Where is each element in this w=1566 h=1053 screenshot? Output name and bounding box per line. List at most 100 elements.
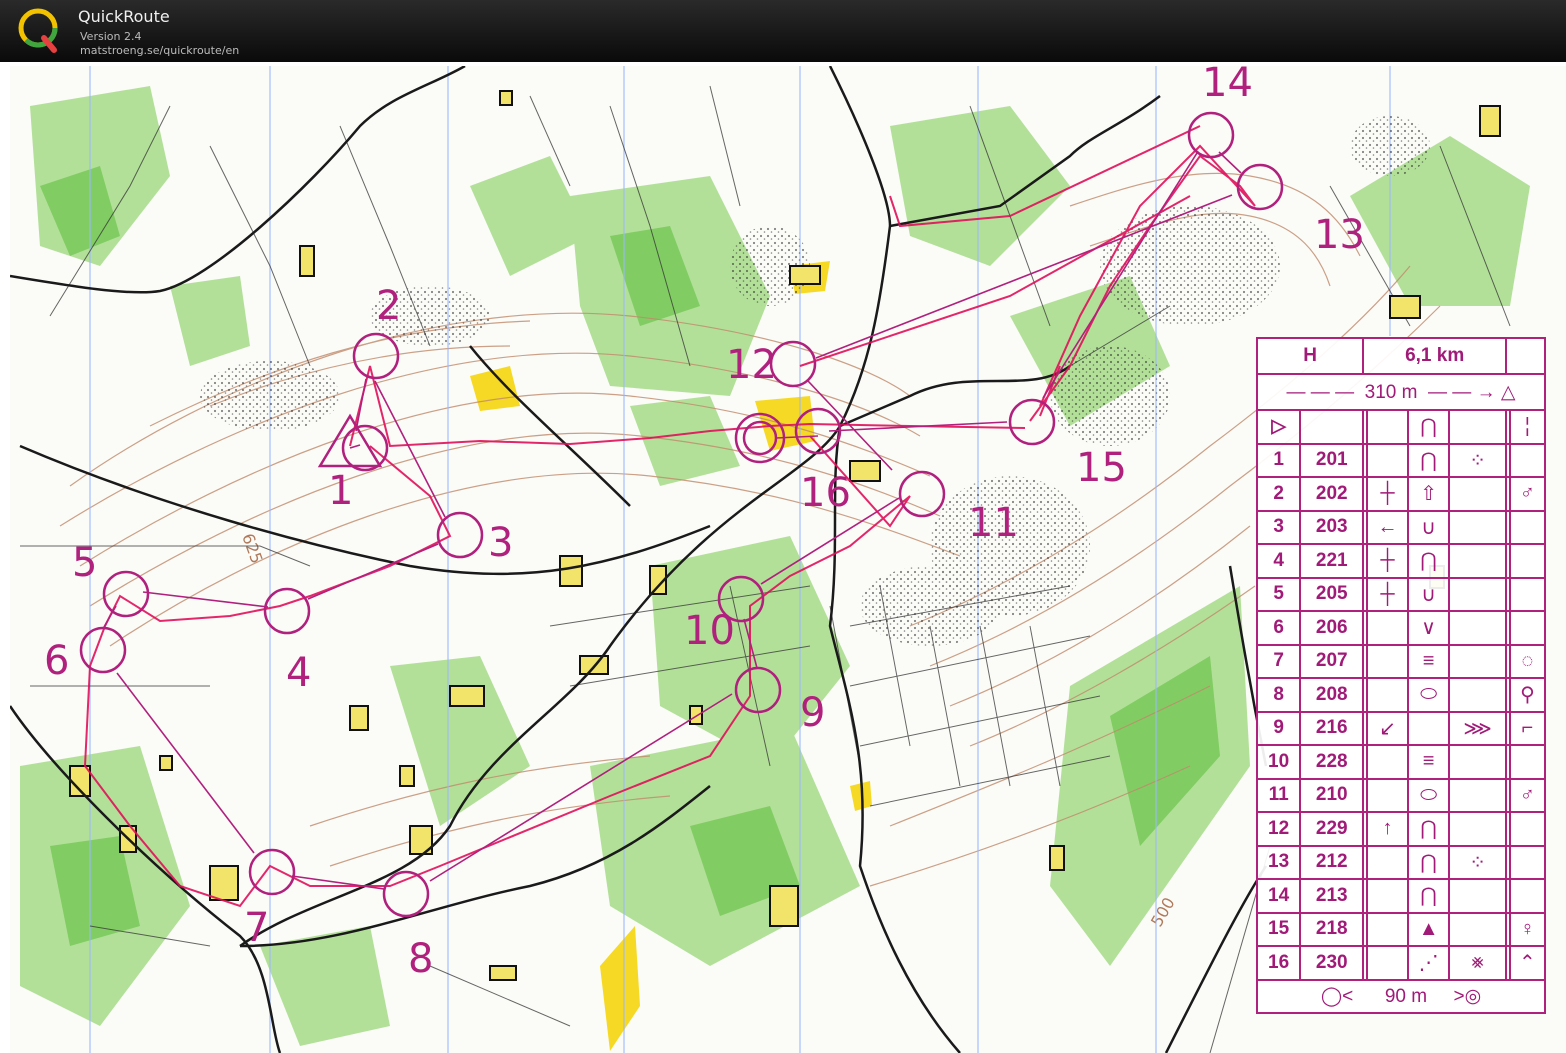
app-url[interactable]: matstroeng.se/quickroute/en [80, 44, 239, 57]
control-number: 9 [1255, 710, 1302, 746]
marsh-icon: ≡ [1407, 744, 1451, 780]
knoll-icon: ⋂ [1407, 878, 1451, 914]
control-code: 229 [1299, 811, 1365, 847]
northeast-part-icon: ♂ [1508, 777, 1547, 813]
control-code: 203 [1299, 509, 1365, 545]
control-number: 15 [1255, 911, 1302, 947]
narrow-marsh-icon: ┼ [1365, 543, 1410, 579]
control-number-4: 4 [286, 650, 311, 696]
north-part-icon: ◌ [1508, 643, 1547, 679]
description-row: 14 213 ⋂ [1255, 878, 1547, 914]
southwest-arrow-icon: ↙ [1365, 710, 1410, 746]
description-row: 2 202 ┼ ⇧ ♂ [1255, 476, 1547, 512]
crossing-icon: ⨳ [1448, 945, 1508, 981]
control-code: 206 [1299, 610, 1365, 646]
empty-cell [1365, 777, 1410, 813]
description-row: 9 216 ↙ ⋙ ⌐ [1255, 710, 1547, 746]
control-number-13: 13 [1314, 212, 1365, 258]
empty-cell [1365, 744, 1410, 780]
narrow-marsh-icon: ┼ [1365, 476, 1410, 512]
knoll-icon: ⋂ [1407, 844, 1451, 880]
control-number: 1 [1255, 442, 1302, 478]
empty-cell [1448, 744, 1508, 780]
control-code: 202 [1299, 476, 1365, 512]
boulder-field-icon: ⁘ [1448, 844, 1508, 880]
south-side-icon: ♀ [1508, 911, 1547, 947]
course-length: 6,1 km [1362, 337, 1508, 375]
start-symbol-icon: ▷ [1255, 409, 1302, 445]
description-row: 7 207 ≡ ◌ [1255, 643, 1547, 679]
control-number-10: 10 [684, 608, 735, 654]
control-code: 210 [1299, 777, 1365, 813]
control-code: 218 [1299, 911, 1365, 947]
control-code: 207 [1299, 643, 1365, 679]
empty-cell [1508, 509, 1547, 545]
knoll-icon: ⋂ [1407, 811, 1451, 847]
control-number: 13 [1255, 844, 1302, 880]
knoll-icon: ⋂ [1407, 409, 1451, 445]
control-number-3: 3 [488, 520, 513, 566]
start-distance: 310 m [1364, 381, 1418, 403]
empty-cell [1448, 576, 1508, 612]
control-number: 11 [1255, 777, 1302, 813]
empty-cell [1365, 677, 1410, 713]
empty-cell [1448, 610, 1508, 646]
narrow-marsh-icon: ┼ [1365, 576, 1410, 612]
east-side-icon: ♂ [1508, 476, 1547, 512]
description-row: 11 210 ⬭ ♂ [1255, 777, 1547, 813]
empty-cell [1508, 576, 1547, 612]
description-row: 4 221 ┼ ⋂ [1255, 543, 1547, 579]
control-number: 12 [1255, 811, 1302, 847]
control-number: 8 [1255, 677, 1302, 713]
control-number: 7 [1255, 643, 1302, 679]
empty-cell [1448, 509, 1508, 545]
empty-cell [1365, 911, 1410, 947]
description-row: 1 201 ⋂ ⁘ [1255, 442, 1547, 478]
empty-cell [1365, 945, 1410, 981]
quickroute-logo-icon [18, 8, 58, 53]
control-code: 216 [1299, 710, 1365, 746]
control-number: 2 [1255, 476, 1302, 512]
description-row: 12 229 ↑ ⋂ [1255, 811, 1547, 847]
elongated-icon: ⬭ [1407, 677, 1451, 713]
empty-cell [1448, 777, 1508, 813]
control-number-12: 12 [726, 342, 777, 388]
description-row: 6 206 ∨ [1255, 610, 1547, 646]
control-number: 10 [1255, 744, 1302, 780]
empty-cell [1448, 911, 1508, 947]
empty-cell [1508, 442, 1547, 478]
description-row: 5 205 ┼ ∪ [1255, 576, 1547, 612]
empty-cell [1508, 543, 1547, 579]
thicket-edge-icon: ⋰ [1407, 945, 1451, 981]
control-number-5: 5 [72, 540, 97, 586]
control-code: 212 [1299, 844, 1365, 880]
control-code: 201 [1299, 442, 1365, 478]
control-code: 205 [1299, 576, 1365, 612]
depression-icon: ∪ [1407, 576, 1451, 612]
start-marking-row: — — — 310 m — — → △ [1256, 373, 1546, 411]
finish-distance: 90 m [1384, 985, 1428, 1007]
small-hill-icon: ▲ [1407, 911, 1451, 947]
control-code: 213 [1299, 878, 1365, 914]
empty-cell [1448, 811, 1508, 847]
control-number: 3 [1255, 509, 1302, 545]
empty-cell [1508, 844, 1547, 880]
corner-icon: ⌐ [1508, 710, 1547, 746]
control-description-sheet: H 6,1 km — — — 310 m — — → △ ▷ ⋂ ¦ 1 201 ⋂… [1255, 337, 1550, 1053]
control-number: 14 [1255, 878, 1302, 914]
southeast-side-icon: ⚲ [1508, 677, 1547, 713]
empty-cell [1365, 643, 1410, 679]
elongated-icon: ⬭ [1407, 777, 1451, 813]
control-code: 221 [1299, 543, 1365, 579]
description-row: 3 203 ← ∪ [1255, 509, 1547, 545]
control-number-1: 1 [328, 468, 353, 514]
empty-cell [1365, 878, 1410, 914]
empty-cell [1407, 710, 1451, 746]
description-row: 8 208 ⬭ ⚲ [1255, 677, 1547, 713]
map-viewport[interactable]: 625 500 1 2 3 4 5 6 7 8 9 10 11 12 13 14… [10, 66, 1566, 1053]
empty-cell [1508, 610, 1547, 646]
control-code: 228 [1299, 744, 1365, 780]
empty-cell [1508, 744, 1547, 780]
stony-ground-icon: ⋙ [1448, 710, 1508, 746]
finish-row: ◯< 90 m >◎ [1256, 978, 1546, 1014]
